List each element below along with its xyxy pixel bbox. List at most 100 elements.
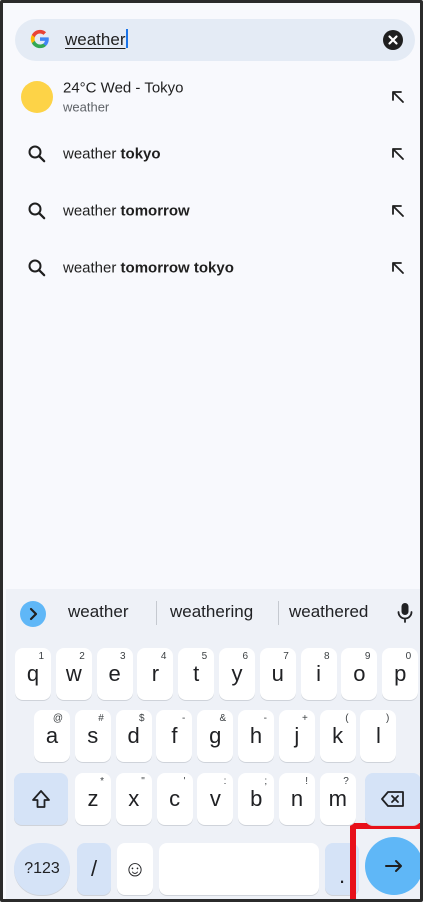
key-hint: 1 (38, 651, 44, 662)
emoji-key[interactable]: ☺ (117, 843, 153, 895)
key-a[interactable]: a @ (34, 710, 70, 762)
google-logo-icon (30, 29, 49, 49)
symbols-key[interactable]: ?123 (14, 843, 70, 895)
key-label: s (87, 723, 99, 748)
key-label: h (249, 723, 263, 748)
shift-key[interactable] (14, 773, 68, 825)
key-p[interactable]: p0 (382, 648, 419, 700)
key-hint: 4 (160, 651, 167, 662)
candidate-word[interactable]: weather (68, 602, 128, 622)
search-icon (28, 145, 46, 163)
key-label: l (375, 723, 381, 748)
suggestion-title: 24°C Wed - Tokyo (63, 79, 184, 97)
key-label: d (127, 723, 140, 748)
fill-query-arrow-icon[interactable] (390, 260, 406, 276)
slash-key-label: / (90, 856, 98, 881)
emoji-icon: ☺ (123, 856, 147, 881)
key-b[interactable]: b; (238, 773, 275, 825)
divider (156, 601, 157, 625)
key-hint: 8 (324, 651, 330, 662)
suggestion-subtitle: weather (63, 99, 110, 115)
key-t[interactable]: t5 (178, 648, 215, 700)
key-hint: + (301, 713, 308, 724)
key-e[interactable]: e3 (96, 648, 133, 700)
search-bar[interactable]: weather (15, 19, 415, 61)
key-hint: 9 (364, 651, 371, 662)
key-hint: - (263, 713, 267, 724)
suggestion-weather[interactable]: 24°C Wed - Tokyo weather (3, 70, 420, 124)
key-hint: # (98, 713, 104, 724)
key-label: e (108, 661, 121, 686)
key-label: a (45, 723, 59, 748)
key-hint: @ (52, 713, 63, 724)
key-l[interactable]: l) (360, 710, 397, 762)
key-q[interactable]: q1 (15, 648, 51, 700)
key-label: w (65, 661, 82, 686)
key-n[interactable]: n! (279, 773, 315, 825)
expand-toolbar-icon[interactable] (20, 601, 46, 627)
symbols-key-label: ?123 (24, 860, 60, 877)
key-c[interactable]: c ' (156, 773, 193, 825)
search-input[interactable]: weather (65, 29, 129, 50)
clear-icon[interactable] (383, 30, 403, 50)
key-v[interactable]: v: (197, 773, 234, 825)
key-o[interactable]: o9 (341, 648, 378, 700)
key-label: c (169, 786, 181, 811)
search-icon (28, 202, 46, 220)
key-s[interactable]: s # (74, 710, 111, 762)
key-hint: ( (345, 713, 349, 724)
slash-key[interactable]: / (77, 843, 111, 895)
space-key[interactable] (159, 843, 319, 895)
suggestion-text: weather tomorrow (63, 202, 190, 220)
suggestion-item[interactable]: weather tomorrow tokyo (3, 241, 420, 295)
key-z[interactable]: z * (75, 773, 111, 825)
key-d[interactable]: d $ (115, 710, 152, 762)
key-hint: ' (183, 776, 186, 787)
key-w[interactable]: w2 (55, 648, 92, 700)
divider (278, 601, 279, 625)
key-label: x (128, 786, 140, 811)
key-label: k (332, 723, 344, 748)
key-hint: 2 (79, 651, 85, 662)
candidate-word[interactable]: weathered (289, 602, 368, 622)
key-label: p (394, 661, 407, 686)
key-u[interactable]: u7 (259, 648, 296, 700)
highlight-box (350, 823, 420, 899)
key-label: y (231, 661, 243, 686)
mic-icon[interactable] (397, 602, 413, 624)
suggestion-text: weather tomorrow tokyo (63, 259, 234, 277)
search-icon (28, 259, 46, 277)
key-k[interactable]: k( (319, 710, 356, 762)
key-label: t (193, 661, 200, 686)
candidate-word[interactable]: weathering (170, 602, 253, 622)
key-hint: 7 (283, 651, 289, 662)
key-x[interactable]: x " (115, 773, 152, 825)
suggestion-item[interactable]: weather tomorrow (3, 184, 420, 238)
sun-icon (21, 81, 53, 113)
key-label: r (151, 661, 160, 686)
key-y[interactable]: y6 (219, 648, 255, 700)
fill-query-arrow-icon[interactable] (390, 203, 406, 219)
screen: weather 24°C Wed - Tokyo weather weather… (0, 0, 423, 902)
key-i[interactable]: i8 (300, 648, 337, 700)
fill-query-arrow-icon[interactable] (390, 146, 406, 162)
key-label: m (328, 786, 347, 811)
key-h[interactable]: h- (238, 710, 274, 762)
key-j[interactable]: j + (278, 710, 315, 762)
key-r[interactable]: r4 (137, 648, 174, 700)
text-cursor (126, 29, 129, 48)
key-label: q (26, 661, 40, 686)
suggestion-item[interactable]: weather tokyo (3, 127, 420, 181)
key-label: z (87, 786, 99, 811)
key-m[interactable]: m? (319, 773, 356, 825)
key-hint: ! (305, 776, 308, 787)
key-hint: $ (139, 713, 145, 724)
key-label: u (271, 661, 284, 686)
key-hint: 0 (405, 651, 412, 662)
fill-query-arrow-icon[interactable] (390, 89, 406, 105)
key-f[interactable]: f- (156, 710, 193, 762)
key-g[interactable]: g & (197, 710, 234, 762)
backspace-key[interactable] (365, 773, 420, 825)
key-hint: " (141, 776, 145, 787)
suggestion-strip: weather weathering weathered (6, 589, 420, 637)
